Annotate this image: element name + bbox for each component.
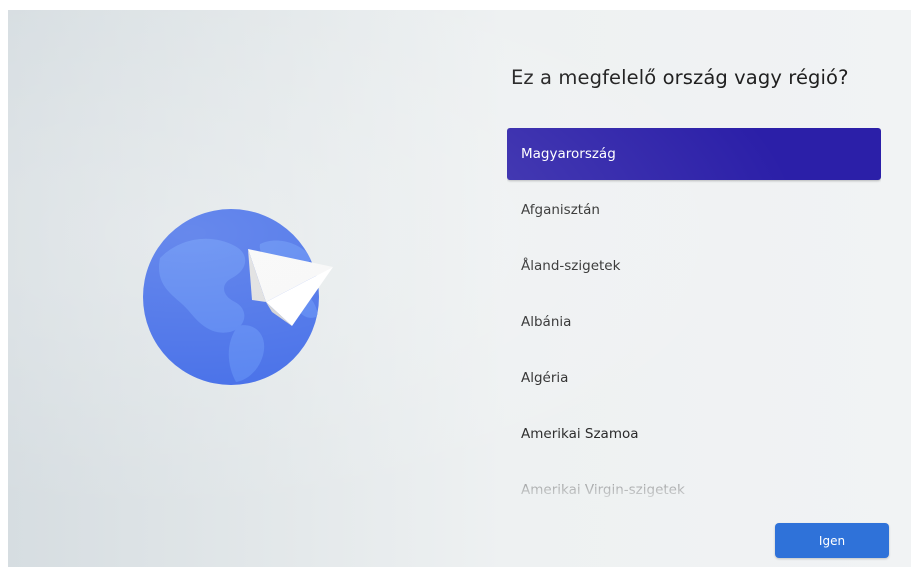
country-option[interactable]: Åland-szigetek (507, 240, 881, 292)
country-option[interactable]: Amerikai Szamoa (507, 408, 881, 460)
setup-screen: Ez a megfelelő ország vagy régió? Magyar… (8, 10, 911, 567)
country-label: Afganisztán (521, 202, 600, 218)
country-label: Algéria (521, 370, 569, 386)
country-option[interactable]: Amerikai Virgin-szigetek (507, 464, 881, 498)
yes-button-label: Igen (818, 533, 846, 548)
yes-button[interactable]: Igen (775, 523, 889, 558)
country-label: Amerikai Virgin-szigetek (521, 482, 685, 498)
page-title: Ez a megfelelő ország vagy régió? (511, 66, 849, 89)
country-option[interactable]: Afganisztán (507, 184, 881, 236)
globe-icon (143, 209, 333, 385)
country-label: Åland-szigetek (521, 258, 621, 274)
country-list[interactable]: Magyarország Afganisztán Åland-szigetek … (507, 128, 881, 498)
country-option[interactable]: Albánia (507, 296, 881, 348)
country-label: Amerikai Szamoa (521, 426, 639, 442)
country-option-selected[interactable]: Magyarország (507, 128, 881, 180)
country-option[interactable]: Algéria (507, 352, 881, 404)
country-label: Albánia (521, 314, 572, 330)
globe-illustration (140, 198, 340, 398)
country-label: Magyarország (521, 146, 616, 162)
